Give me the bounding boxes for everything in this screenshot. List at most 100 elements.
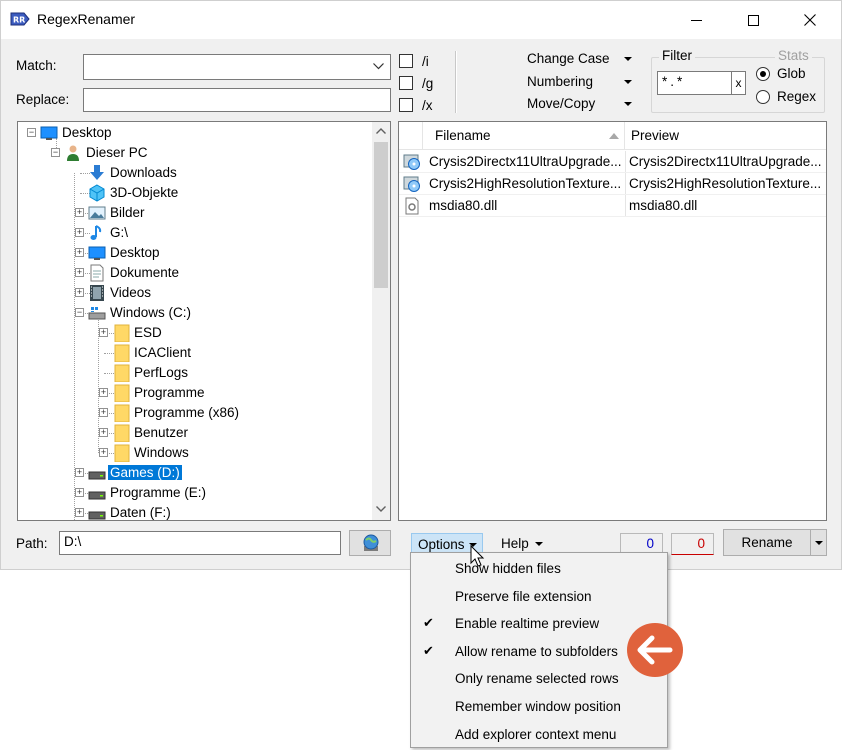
tree-item[interactable]: + Windows: [18, 443, 370, 463]
app-logo-text: RR: [13, 16, 25, 25]
filter-input[interactable]: *.*: [657, 71, 732, 95]
tree-item[interactable]: + Benutzer: [18, 423, 370, 443]
tree-item[interactable]: − Desktop: [18, 123, 370, 143]
file-row[interactable]: Crysis2Directx11UltraUpgrade... Crysis2Di…: [399, 151, 826, 173]
filename-header-label: Filename: [435, 128, 491, 143]
file-list[interactable]: Filename Preview Crysis2Directx11UltraUp…: [398, 121, 827, 521]
tree-item-label: Windows: [134, 445, 189, 460]
tree-item[interactable]: + Desktop: [18, 243, 370, 263]
filter-value: *.*: [662, 74, 686, 89]
tree-item[interactable]: + G:\: [18, 223, 370, 243]
title-bar[interactable]: RR RegexRenamer: [1, 1, 841, 39]
options-menu-item-label: Preserve file extension: [455, 588, 592, 604]
tree-item-label: ESD: [134, 325, 162, 340]
tree-scrollbar[interactable]: [372, 122, 390, 520]
expand-icon[interactable]: +: [75, 488, 84, 497]
change-case-menu[interactable]: Change Case: [527, 51, 610, 66]
download-icon: [88, 164, 106, 182]
numbering-menu[interactable]: Numbering: [527, 74, 593, 89]
tree-item[interactable]: + Programme (E:): [18, 483, 370, 503]
path-input[interactable]: D:\: [59, 531, 341, 555]
minimize-button[interactable]: [673, 1, 719, 39]
filename-cell: msdia80.dll: [429, 198, 498, 213]
globe-icon: [363, 534, 379, 551]
expand-icon[interactable]: +: [99, 428, 108, 437]
glob-radio[interactable]: [756, 67, 770, 81]
expand-icon[interactable]: +: [99, 408, 108, 417]
regex-radio[interactable]: [756, 90, 770, 104]
tree-item[interactable]: PerfLogs: [18, 363, 370, 383]
stats-label: Stats: [775, 48, 812, 63]
regex-label: Regex: [777, 89, 817, 104]
filter-clear-button[interactable]: x: [732, 71, 746, 95]
app-window: RR RegexRenamer Match: Replace: /i /g /x…: [0, 0, 842, 570]
drive-icon: [88, 484, 106, 502]
pictures-icon: [88, 204, 106, 222]
move-copy-menu[interactable]: Move/Copy: [527, 96, 595, 111]
folder-icon: [112, 404, 130, 423]
chevron-down-icon: [815, 541, 823, 545]
options-menu-item[interactable]: Remember window position: [411, 693, 667, 720]
tree-item[interactable]: − Windows (C:): [18, 303, 370, 323]
help-menu[interactable]: Help: [501, 536, 529, 551]
expand-icon[interactable]: +: [75, 268, 84, 277]
tree-item[interactable]: + Games (D:): [18, 463, 370, 483]
file-row[interactable]: msdia80.dll msdia80.dll: [399, 195, 826, 217]
tree-item[interactable]: − Dieser PC: [18, 143, 370, 163]
tree-scrollbar-thumb[interactable]: [374, 142, 388, 288]
tree-item-label: G:\: [110, 225, 129, 240]
tree-item[interactable]: + Dokumente: [18, 263, 370, 283]
expand-icon[interactable]: +: [99, 328, 108, 337]
rename-dropdown-button[interactable]: [810, 529, 827, 556]
flag-i-checkbox[interactable]: [399, 54, 413, 68]
filename-cell: Crysis2HighResolutionTexture...: [429, 176, 622, 191]
expand-icon[interactable]: +: [75, 248, 84, 257]
tree-item-label: Videos: [110, 285, 152, 300]
tree-item[interactable]: + Programme: [18, 383, 370, 403]
dll-icon: [403, 197, 421, 215]
chevron-down-icon: [535, 542, 543, 546]
tree-item[interactable]: 3D-Objekte: [18, 183, 370, 203]
options-menu-item[interactable]: Add explorer context menu: [411, 721, 667, 748]
collapse-icon[interactable]: −: [27, 128, 36, 137]
flag-x-checkbox[interactable]: [399, 98, 413, 112]
mouse-cursor-icon: [470, 545, 485, 567]
file-row[interactable]: Crysis2HighResolutionTexture... Crysis2Hi…: [399, 173, 826, 195]
rename-button[interactable]: Rename: [723, 529, 811, 556]
tree-item[interactable]: + Programme (x86): [18, 403, 370, 423]
tree-item[interactable]: + Daten (F:): [18, 503, 370, 520]
options-label: Options: [418, 537, 465, 552]
tree-item[interactable]: Downloads: [18, 163, 370, 183]
expand-icon[interactable]: +: [75, 468, 84, 477]
expand-icon[interactable]: +: [99, 448, 108, 457]
flag-g-checkbox[interactable]: [399, 76, 413, 90]
match-input[interactable]: [83, 54, 391, 80]
options-menu-item-label: Remember window position: [455, 699, 621, 714]
expand-icon[interactable]: +: [75, 228, 84, 237]
filename-column-header[interactable]: Filename: [423, 122, 625, 150]
collapse-icon[interactable]: −: [75, 308, 84, 317]
expand-icon[interactable]: +: [99, 388, 108, 397]
close-button[interactable]: [787, 1, 833, 39]
collapse-icon[interactable]: −: [51, 148, 60, 157]
folder-icon: [112, 384, 130, 403]
tree-item[interactable]: + ESD: [18, 323, 370, 343]
tree-item[interactable]: ICAClient: [18, 343, 370, 363]
match-label: Match:: [16, 58, 57, 73]
expand-icon[interactable]: +: [75, 508, 84, 517]
tree-item[interactable]: + Videos: [18, 283, 370, 303]
maximize-button[interactable]: [730, 1, 776, 39]
network-browse-button[interactable]: [349, 530, 391, 556]
tree-item-label: Desktop: [62, 125, 112, 140]
folder-tree[interactable]: − Desktop − Dieser PC Downloads 3D-Objekte + Bi…: [17, 121, 391, 521]
tree-item-label: Desktop: [110, 245, 160, 260]
expand-icon[interactable]: +: [75, 208, 84, 217]
preview-column-header[interactable]: Preview: [625, 122, 826, 150]
options-menu-item[interactable]: Show hidden files: [411, 555, 667, 582]
column-divider: [625, 173, 626, 195]
tree-item[interactable]: + Bilder: [18, 203, 370, 223]
options-menu-item[interactable]: Preserve file extension: [411, 583, 667, 610]
replace-input[interactable]: [83, 88, 391, 112]
chevron-down-icon: [624, 80, 632, 84]
expand-icon[interactable]: +: [75, 288, 84, 297]
